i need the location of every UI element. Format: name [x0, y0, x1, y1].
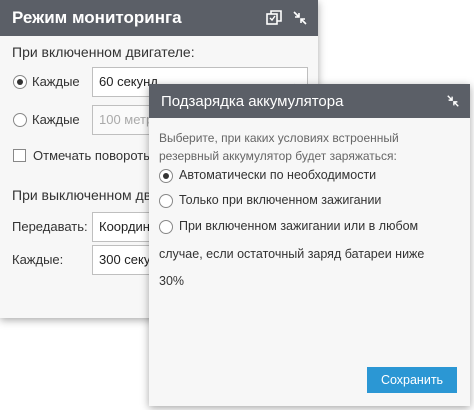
battery-threshold: 30%	[159, 274, 185, 288]
charge-header: Подзарядка аккумулятора	[149, 84, 470, 118]
engine-on-label: При включенном двигателе:	[12, 44, 195, 60]
every-meters-radio[interactable]	[13, 113, 27, 127]
collapse-icon[interactable]	[446, 94, 460, 108]
option-auto-label: Автоматически по необходимости	[179, 168, 377, 182]
copy-icon[interactable]	[266, 10, 282, 26]
charge-title: Подзарядка аккумулятора	[161, 92, 344, 110]
option-auto-radio[interactable]	[159, 169, 173, 183]
save-button[interactable]: Сохранить	[367, 367, 457, 393]
option-ignition-label: Только при включенном зажигании	[179, 193, 382, 207]
battery-charge-panel: Подзарядка аккумулятора Выберите, при ка…	[149, 84, 470, 406]
option-ignition-radio[interactable]	[159, 194, 173, 208]
every-label-1: Каждые	[32, 74, 80, 89]
monitoring-title: Режим мониторинга	[12, 8, 182, 27]
mark-turns-checkbox[interactable]	[13, 149, 26, 162]
every-label-2: Каждые	[32, 112, 80, 127]
monitoring-header: Режим мониторинга	[0, 0, 318, 36]
collapse-icon[interactable]	[292, 10, 308, 26]
mark-turns-label: Отмечать повороты	[33, 148, 153, 163]
charge-description: Выберите, при каких условиях встроенный …	[159, 131, 399, 163]
option-ignition-or-low-label: При включенном зажигании или в любом	[179, 219, 419, 233]
option-ignition-or-low-cont: случае, если остаточный заряд батареи ни…	[159, 247, 425, 261]
every-label-3: Каждые:	[12, 252, 64, 267]
every-seconds-radio[interactable]	[13, 75, 27, 89]
option-ignition-or-low-radio[interactable]	[159, 220, 173, 234]
transmit-label: Передавать:	[12, 219, 88, 234]
